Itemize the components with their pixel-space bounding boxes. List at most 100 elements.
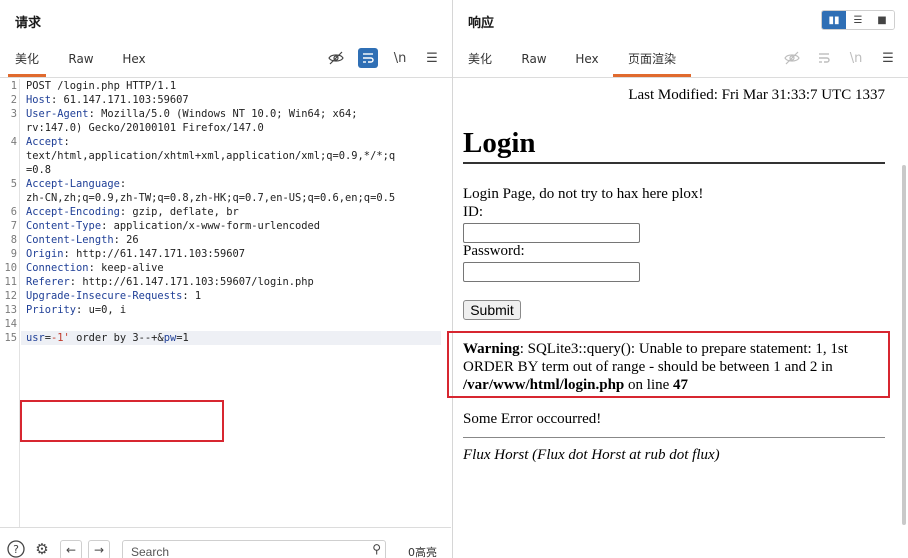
password-label: Password: — [463, 243, 525, 259]
request-line[interactable]: Connection: keep-alive — [26, 262, 164, 274]
header-value: http://61.147.171.103:59607 — [76, 248, 245, 260]
response-scrollbar[interactable] — [900, 79, 908, 558]
sql-warning: Warning: SQLite3::query(): Unable to pre… — [463, 340, 879, 394]
header-value: http://61.147.171.103:59607/login.php — [82, 276, 314, 288]
header-separator: : — [119, 178, 127, 190]
line-number: 6 — [10, 206, 17, 218]
split-columns-icon[interactable]: ▮▮ — [822, 11, 846, 29]
line-number: 9 — [10, 248, 17, 260]
header-name: User-Agent — [26, 108, 89, 120]
header-value: Mozilla/5.0 (Windows NT 10.0; Win64; x64… — [101, 108, 358, 120]
request-tab-pretty[interactable]: 美化 — [8, 44, 46, 77]
header-name: Content-Type — [26, 220, 102, 232]
search-icon[interactable]: ⚲ — [372, 542, 381, 556]
header-name: Connection — [26, 262, 89, 274]
request-line[interactable]: Content-Length: 26 — [26, 234, 139, 246]
request-title: 请求 — [15, 16, 42, 31]
line-number: 14 — [4, 318, 17, 330]
header-separator: : — [88, 108, 102, 120]
heading-divider — [463, 162, 885, 164]
next-match-button[interactable]: → — [88, 540, 110, 558]
header-separator: : — [182, 290, 195, 302]
warning-label: Warning — [463, 341, 520, 357]
request-line[interactable]: Content-Type: application/x-www-form-url… — [26, 220, 320, 232]
newline-toggle-icon[interactable]: \n — [390, 48, 410, 68]
warning-online: on line — [624, 377, 674, 393]
intro-text: Login Page, do not try to hax here plox! — [463, 186, 704, 202]
line-number: 5 — [10, 178, 17, 190]
help-icon[interactable]: ? — [6, 539, 26, 558]
header-separator: : — [63, 248, 77, 260]
scrollbar-thumb[interactable] — [902, 165, 906, 525]
page-heading: Login — [463, 127, 536, 159]
request-tab-raw[interactable]: Raw — [60, 44, 102, 77]
single-pane-icon[interactable]: ■ — [870, 11, 894, 29]
settings-gear-icon[interactable]: ⚙ — [32, 539, 52, 558]
warning-line-number: 47 — [673, 377, 689, 393]
header-value: =0.8 — [26, 164, 52, 176]
header-value: POST /login.php HTTP/1.1 — [26, 80, 177, 92]
request-line[interactable]: Accept-Encoding: gzip, deflate, br — [26, 206, 239, 218]
eye-slash-icon — [782, 48, 802, 68]
line-number: 2 — [10, 94, 17, 106]
footer-text: Flux Horst (Flux dot Horst at rub dot fl… — [463, 447, 720, 463]
request-line[interactable]: POST /login.php HTTP/1.1 — [26, 80, 176, 92]
request-line[interactable]: Accept-Language: — [26, 178, 126, 190]
request-editor[interactable]: 1 POST /login.php HTTP/1.1 2 Host: 61.147.1… — [0, 79, 451, 527]
line-number: 7 — [10, 220, 17, 232]
id-label: ID: — [463, 204, 483, 220]
response-tab-raw[interactable]: Raw — [513, 44, 555, 77]
request-line[interactable]: User-Agent: Mozilla/5.0 (Windows NT 10.0… — [26, 108, 358, 120]
header-separator: : — [119, 206, 133, 218]
header-value: 61.147.171.103:59607 — [63, 94, 189, 106]
password-input[interactable] — [463, 262, 640, 282]
response-tab-pretty[interactable]: 美化 — [461, 44, 499, 77]
request-line[interactable]: text/html,application/xhtml+xml,applicat… — [26, 150, 395, 162]
warning-message: : SQLite3::query(): Unable to prepare st… — [463, 341, 848, 375]
word-wrap-icon — [814, 48, 834, 68]
menu-icon[interactable]: ☰ — [422, 48, 442, 68]
request-line[interactable]: Referer: http://61.147.171.103:59607/log… — [26, 276, 314, 288]
previous-match-button[interactable]: ← — [60, 540, 82, 558]
layout-toggle: ▮▮ ☰ ■ — [821, 10, 895, 30]
line-number: 3 — [10, 108, 17, 120]
request-tab-hex[interactable]: Hex — [114, 44, 154, 77]
error-text: Some Error occourred! — [463, 411, 602, 427]
footer-divider — [463, 437, 885, 438]
warning-path: /var/www/html/login.php — [463, 377, 625, 393]
request-line[interactable]: rv:147.0) Gecko/20100101 Firefox/147.0 — [26, 122, 264, 134]
last-modified-text: Last Modified: Fri Mar 31:33:7 UTC 1337 — [628, 87, 885, 103]
menu-icon[interactable]: ☰ — [878, 48, 898, 68]
word-wrap-icon[interactable] — [358, 48, 378, 68]
request-line[interactable]: Accept: — [26, 136, 70, 148]
header-value: keep-alive — [101, 262, 164, 274]
header-name: Origin — [26, 248, 64, 260]
request-line[interactable]: Origin: http://61.147.171.103:59607 — [26, 248, 245, 260]
response-pane: 响应 ▮▮ ☰ ■ 美化 Raw Hex 页面渲染 \n ☰ Last Modi… — [447, 0, 908, 558]
header-separator: : — [101, 220, 114, 232]
split-rows-icon[interactable]: ☰ — [846, 11, 870, 29]
line-number: 8 — [10, 234, 17, 246]
request-line[interactable]: =0.8 — [26, 164, 51, 176]
header-name: Upgrade-Insecure-Requests — [26, 290, 183, 302]
eye-slash-icon[interactable] — [326, 48, 346, 68]
response-title: 响应 — [468, 16, 495, 31]
header-value: text/html,application/xhtml+xml,applicat… — [26, 150, 396, 162]
request-line[interactable]: Priority: u=0, i — [26, 304, 126, 316]
response-tab-hex[interactable]: Hex — [567, 44, 607, 77]
search-input[interactable] — [123, 542, 353, 558]
newline-toggle-icon: \n — [849, 50, 863, 66]
id-input[interactable] — [463, 223, 640, 243]
request-line[interactable]: Upgrade-Insecure-Requests: 1 — [26, 290, 201, 302]
request-line[interactable]: zh-CN,zh;q=0.9,zh-TW;q=0.8,zh-HK;q=0.7,e… — [26, 192, 395, 204]
header-separator: : — [113, 234, 127, 246]
param-name: pw — [163, 332, 177, 344]
request-body-line[interactable]: usr=-1' order by 3--+&pw=1 — [26, 332, 189, 344]
submit-button[interactable]: Submit — [463, 300, 521, 320]
request-line[interactable]: Host: 61.147.171.103:59607 — [26, 94, 189, 106]
line-number: 1 — [10, 80, 17, 92]
match-count: 0高亮 — [408, 546, 437, 558]
response-tab-render[interactable]: 页面渲染 — [613, 44, 691, 77]
header-name: Accept-Encoding — [26, 206, 120, 218]
header-name: Referer — [26, 276, 70, 288]
